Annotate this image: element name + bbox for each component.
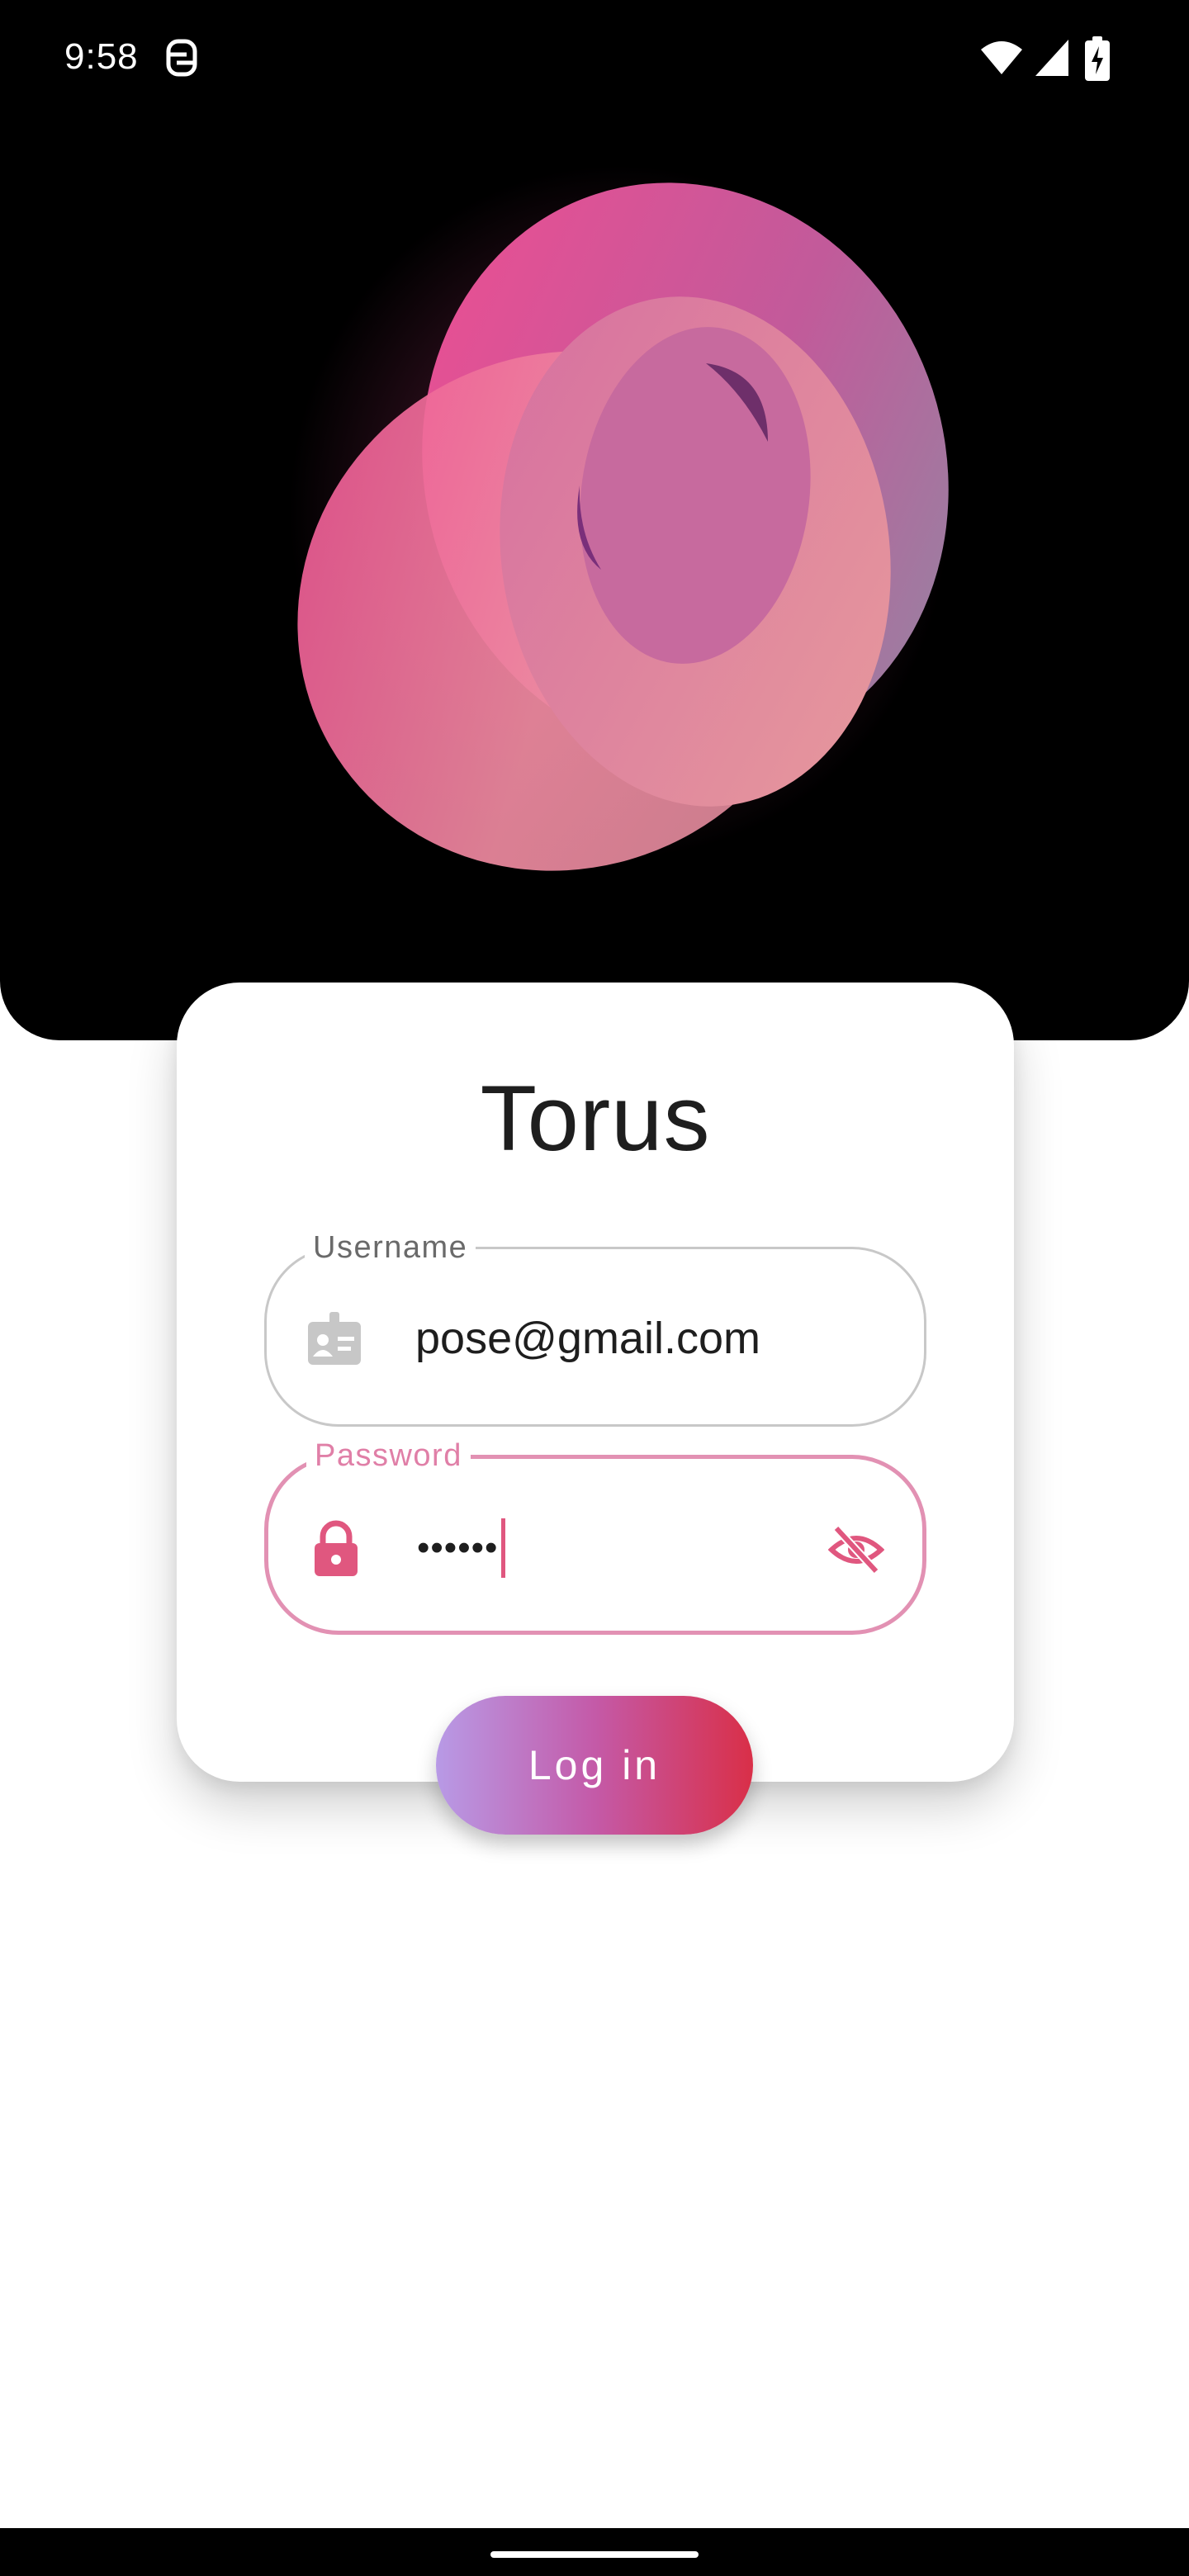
password-label: Password (306, 1439, 471, 1472)
nfc-icon (166, 39, 197, 77)
battery-charging-icon (1085, 36, 1110, 81)
torus-logo-artwork (289, 165, 950, 871)
login-card: Torus Username pose@gmail.com Password •… (177, 983, 1014, 1782)
hero-banner: 9:58 (0, 0, 1189, 1040)
app-title: Torus (480, 1067, 711, 1170)
text-cursor (501, 1518, 506, 1578)
gesture-nav-bar (0, 2528, 1189, 2576)
password-field[interactable]: Password •••••• (264, 1439, 926, 1635)
login-screen: 9:58 Torus Username pose@gmail.com Passw… (0, 0, 1189, 2576)
lock-icon (315, 1520, 358, 1576)
login-button[interactable]: Log in (436, 1696, 753, 1835)
wifi-icon (981, 41, 1022, 74)
status-time: 9:58 (64, 36, 139, 77)
username-field[interactable]: Username pose@gmail.com (264, 1231, 926, 1427)
visibility-off-icon[interactable] (828, 1522, 884, 1578)
id-badge-icon (308, 1312, 361, 1365)
status-bar: 9:58 (0, 0, 1189, 116)
home-indicator[interactable] (490, 2551, 699, 2558)
password-input[interactable]: •••••• (417, 1517, 506, 1579)
username-label: Username (305, 1231, 476, 1264)
username-input[interactable]: pose@gmail.com (415, 1309, 845, 1368)
cell-signal-icon (1035, 40, 1068, 76)
